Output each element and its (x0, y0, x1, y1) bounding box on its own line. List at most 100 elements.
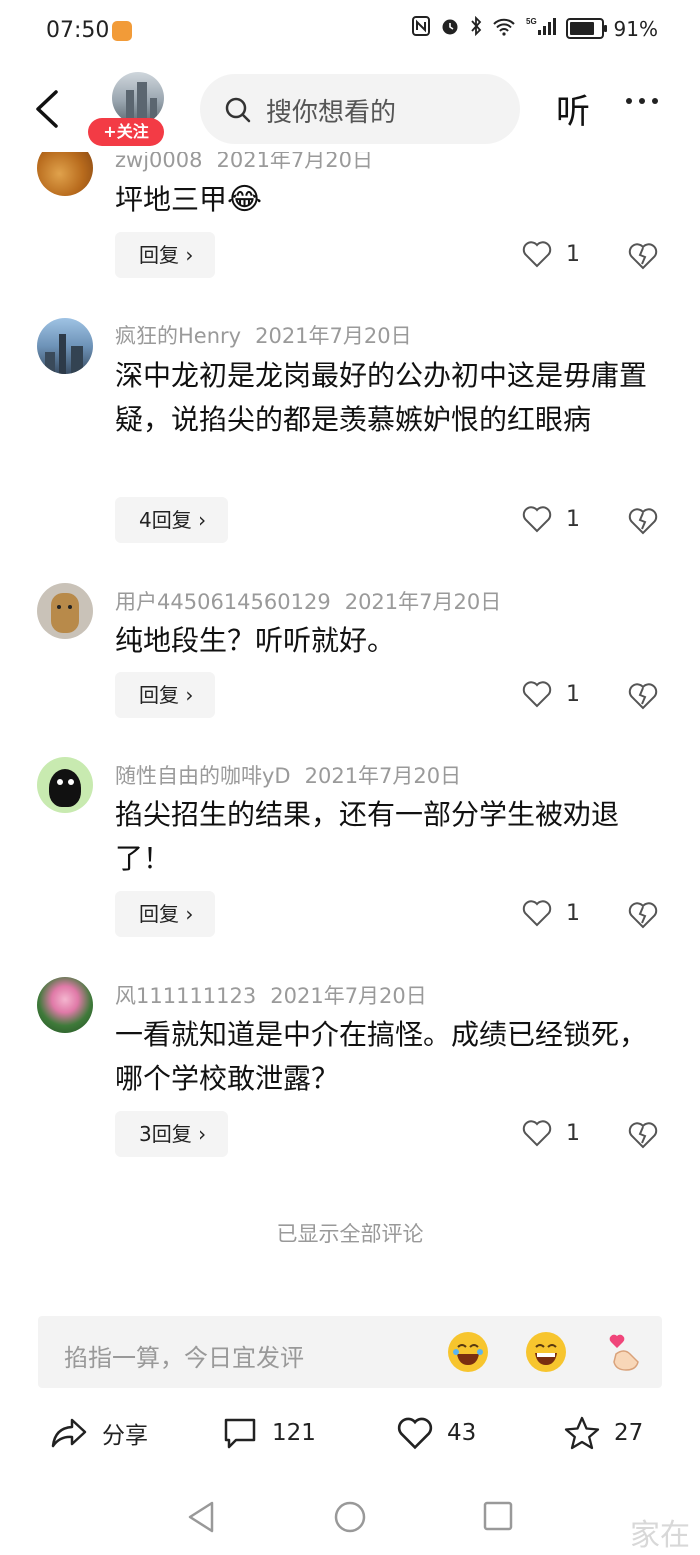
comments-button[interactable]: 121 (222, 1416, 316, 1450)
comment-input-placeholder: 掐指一算，今日宜发评 (64, 1344, 304, 1372)
chevron-right-icon: › (179, 902, 194, 926)
nfc-icon (411, 16, 430, 41)
chevron-left-icon (36, 90, 58, 128)
reply-button[interactable]: 3回复 › (115, 1111, 229, 1157)
more-dots-icon (626, 98, 632, 104)
nav-recents-button[interactable] (482, 1500, 514, 1536)
like-button[interactable]: 1 (522, 899, 580, 927)
listen-button[interactable]: 听 (556, 84, 590, 133)
search-icon (224, 96, 252, 128)
comment-username[interactable]: 风111111123 (115, 984, 256, 1008)
reply-button[interactable]: 回复 › (115, 891, 216, 937)
dislike-button[interactable] (628, 242, 658, 274)
like-count: 1 (566, 506, 580, 532)
app-notification-icon (112, 21, 132, 41)
chevron-right-icon: › (179, 683, 194, 707)
heart-icon (522, 241, 552, 268)
comment-input[interactable]: 掐指一算，今日宜发评 (38, 1316, 662, 1388)
avatar[interactable] (37, 318, 93, 374)
laughing-tears-emoji-button[interactable] (448, 1332, 488, 1372)
heart-icon (522, 1120, 552, 1147)
broken-heart-icon (628, 243, 658, 270)
star-icon (564, 1416, 600, 1450)
heart-icon (397, 1417, 433, 1450)
chevron-right-icon: › (191, 508, 207, 532)
share-icon (51, 1418, 87, 1448)
share-button[interactable]: 分享 (50, 1416, 148, 1450)
avatar[interactable] (37, 757, 93, 813)
heart-icon (522, 506, 552, 533)
like-button[interactable]: 1 (522, 240, 580, 268)
author-avatar[interactable] (112, 72, 164, 124)
dislike-button[interactable] (628, 901, 658, 933)
like-count: 1 (566, 900, 580, 926)
svg-text:5G: 5G (526, 17, 537, 26)
like-button[interactable]: 1 (522, 505, 580, 533)
comment-text: 深中龙初是龙岗最好的公办初中这是毋庸置疑，说掐尖的都是羡慕嫉妒恨的红眼病 (115, 359, 648, 436)
dislike-button[interactable] (628, 507, 658, 539)
back-button[interactable] (28, 86, 68, 132)
comment-username[interactable]: 随性自由的咖啡yD (115, 764, 291, 788)
wifi-icon (492, 17, 516, 41)
comment-date: 2021年7月20日 (344, 590, 502, 614)
laughing-emoji: 😂 (227, 182, 263, 217)
like-count: 1 (566, 681, 580, 707)
all-comments-shown-note: 已显示全部评论 (276, 1222, 424, 1246)
like-count: 1 (566, 1120, 580, 1146)
avatar[interactable] (37, 583, 93, 639)
battery-percent: 91% (613, 16, 658, 41)
broken-heart-icon (628, 508, 658, 535)
circle-home-icon (334, 1501, 366, 1533)
like-button[interactable]: 1 (522, 1119, 580, 1147)
cellular-signal-icon: 5G (526, 16, 556, 41)
comment-text: 纯地段生？听听就好。 (115, 624, 396, 657)
battery-icon (565, 18, 607, 39)
likes-count: 43 (447, 1420, 477, 1446)
comment-text: 坪地三甲 (115, 183, 228, 216)
square-recents-icon (483, 1501, 513, 1531)
chevron-right-icon: › (179, 243, 194, 267)
follow-button[interactable]: +关注 (88, 118, 164, 146)
more-options-button[interactable] (626, 98, 658, 104)
search-placeholder: 搜你想看的 (266, 98, 397, 128)
comment-date: 2021年7月20日 (270, 984, 427, 1008)
chevron-right-icon: › (191, 1122, 207, 1146)
broken-heart-icon (628, 1122, 658, 1149)
reply-button[interactable]: 回复 › (115, 232, 216, 278)
system-nav-bar (0, 1480, 700, 1555)
comment-date: 2021年7月20日 (304, 764, 462, 788)
dislike-button[interactable] (628, 682, 658, 714)
grinning-emoji-button[interactable] (526, 1332, 566, 1372)
status-bar: 07:50 5G 91% (0, 0, 700, 66)
nav-back-button[interactable] (186, 1500, 216, 1538)
comment-bubble-icon (224, 1418, 256, 1449)
broken-heart-icon (628, 683, 658, 710)
favorite-button[interactable]: 27 (564, 1416, 643, 1450)
like-count: 1 (566, 241, 580, 267)
search-bar[interactable]: 搜你想看的 (200, 74, 520, 144)
comments-count: 121 (272, 1420, 316, 1446)
alarm-icon (440, 16, 460, 41)
like-post-button[interactable]: 43 (397, 1416, 476, 1450)
dislike-button[interactable] (628, 1121, 658, 1153)
comment-text: 掐尖招生的结果，还有一部分学生被劝退了！ (115, 798, 620, 875)
action-bar: 分享 121 43 27 (0, 1400, 700, 1470)
watermark: 家在 (630, 1518, 690, 1553)
reply-button[interactable]: 4回复 › (115, 497, 229, 543)
triangle-back-icon (188, 1501, 214, 1533)
share-label: 分享 (102, 1423, 148, 1449)
favorites-count: 27 (614, 1420, 644, 1446)
bluetooth-icon (470, 15, 482, 41)
comment-username[interactable]: 疯狂的Henry (115, 324, 241, 348)
nav-home-button[interactable] (333, 1500, 367, 1538)
heart-icon (522, 900, 552, 927)
comment-text: 一看就知道是中介在搞怪。成绩已经锁死，哪个学校敢泄露？ (115, 1018, 648, 1095)
heart-icon (522, 681, 552, 708)
like-button[interactable]: 1 (522, 680, 580, 708)
broken-heart-icon (628, 902, 658, 929)
status-time: 07:50 (46, 18, 110, 43)
finger-heart-emoji-button[interactable] (604, 1332, 644, 1372)
comment-username[interactable]: 用户4450614560129 (115, 590, 331, 614)
avatar[interactable] (37, 977, 93, 1033)
reply-button[interactable]: 回复 › (115, 672, 216, 718)
